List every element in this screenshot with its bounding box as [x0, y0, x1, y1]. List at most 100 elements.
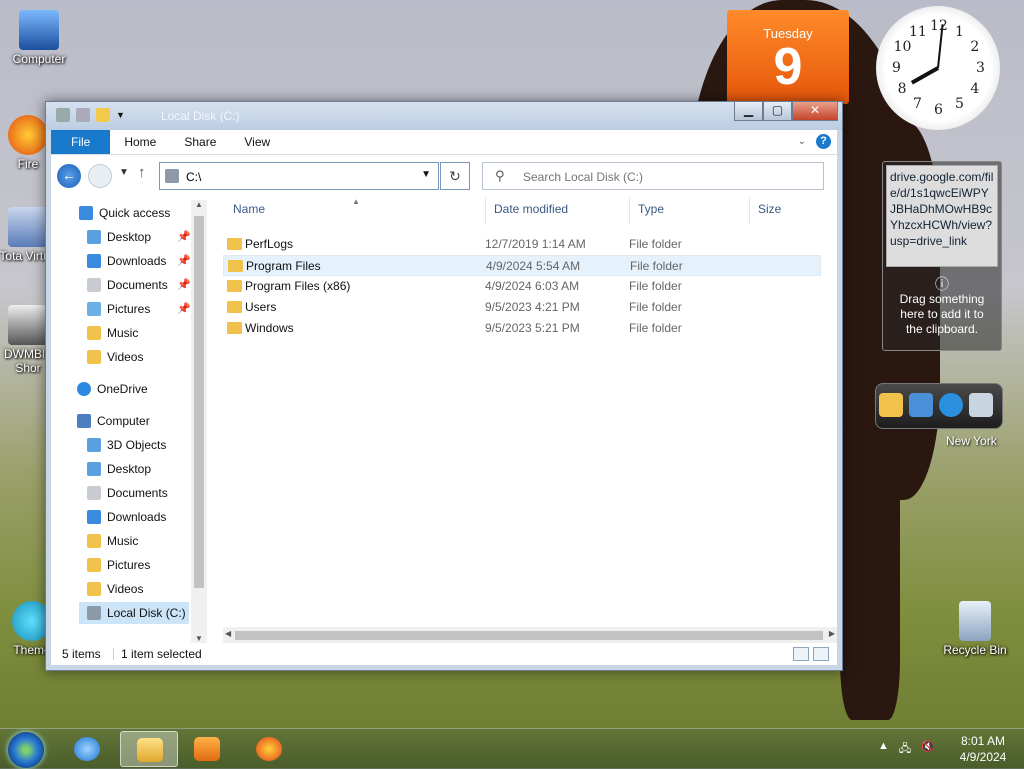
column-type[interactable]: Type	[638, 202, 664, 224]
desktop-icon-recycle-bin[interactable]: Recycle Bin	[937, 601, 1013, 657]
window-title: Local Disk (C:)	[161, 109, 240, 123]
taskbar-internet-explorer[interactable]	[58, 731, 116, 767]
pin-icon[interactable]: 📌	[177, 278, 191, 291]
chevron-down-icon[interactable]: ▼	[116, 110, 125, 120]
recycle-bin-icon[interactable]	[969, 393, 993, 417]
scrollbar-thumb[interactable]	[235, 631, 823, 640]
table-row[interactable]: Users 9/5/2023 4:21 PM File folder	[223, 297, 821, 318]
volume-muted-icon[interactable]: 🔇	[921, 740, 935, 759]
address-input[interactable]	[184, 167, 408, 187]
taskbar-clock[interactable]: 8:01 AM 4/9/2024	[948, 733, 1018, 765]
network-icon[interactable]: 🖧	[899, 740, 911, 759]
table-row[interactable]: PerfLogs 12/7/2019 1:14 AM File folder	[223, 234, 821, 255]
pin-icon[interactable]: 📌	[177, 302, 191, 315]
nav-quick-pictures[interactable]: Pictures	[87, 298, 150, 320]
folder-icon	[228, 260, 243, 272]
nav-documents[interactable]: Documents	[87, 482, 168, 504]
drive-icon[interactable]	[56, 108, 70, 122]
column-divider[interactable]	[629, 198, 630, 224]
nav-onedrive[interactable]: OneDrive	[77, 378, 148, 400]
help-icon[interactable]: ?	[816, 134, 831, 149]
chevron-down-icon[interactable]: ▼	[421, 169, 431, 180]
launcher-dock	[875, 383, 1003, 429]
nav-quick-documents[interactable]: Documents	[87, 274, 168, 296]
tab-view[interactable]: View	[230, 130, 284, 154]
title-bar[interactable]: ▼ Local Disk (C:) ▁ ▢ ✕	[46, 102, 842, 130]
column-name[interactable]: Name	[233, 202, 265, 224]
nav-desktop[interactable]: Desktop	[87, 458, 151, 480]
music-icon	[87, 326, 101, 340]
column-size[interactable]: Size	[758, 202, 781, 224]
nav-quick-videos[interactable]: Videos	[87, 346, 143, 368]
table-row[interactable]: Program Files 4/9/2024 5:54 AM File fold…	[223, 255, 821, 276]
nav-downloads[interactable]: Downloads	[87, 506, 166, 528]
forward-button[interactable]	[88, 164, 112, 188]
status-divider	[113, 648, 114, 660]
pin-icon[interactable]: 📌	[177, 254, 191, 267]
tab-file[interactable]: File	[51, 130, 111, 154]
search-input[interactable]	[521, 168, 815, 186]
tab-share[interactable]: Share	[170, 130, 230, 154]
refresh-button[interactable]: ↻	[440, 162, 470, 190]
network-icon[interactable]	[909, 393, 933, 417]
status-item-count: 5 items	[62, 647, 101, 661]
scrollbar-thumb[interactable]	[194, 216, 204, 588]
nav-label: Documents	[107, 278, 168, 292]
nav-quick-downloads[interactable]: Downloads	[87, 250, 166, 272]
navigation-scrollbar[interactable]: ▲ ▼	[191, 200, 207, 643]
recent-locations-icon[interactable]: ▼	[119, 167, 129, 178]
column-divider[interactable]	[749, 198, 750, 224]
expand-ribbon-icon[interactable]: ⌄	[798, 136, 806, 147]
scroll-left-icon[interactable]: ◀	[225, 629, 231, 638]
nav-local-disk[interactable]: Local Disk (C:)	[79, 602, 189, 624]
close-button[interactable]: ✕	[792, 102, 838, 121]
nav-quick-music[interactable]: Music	[87, 322, 138, 344]
nav-3d-objects[interactable]: 3D Objects	[87, 434, 166, 456]
horizontal-scrollbar[interactable]: ◀ ▶	[223, 627, 837, 643]
column-date[interactable]: Date modified	[494, 202, 568, 224]
maximize-button[interactable]: ▢	[763, 102, 792, 121]
pin-icon[interactable]: 📌	[177, 230, 191, 243]
videos-icon	[87, 350, 101, 364]
taskbar-media-player[interactable]	[178, 731, 236, 767]
nav-videos[interactable]: Videos	[87, 578, 143, 600]
calendar-gadget[interactable]: Tuesday 9	[727, 10, 849, 104]
minimize-button[interactable]: ▁	[734, 102, 763, 121]
details-view-icon[interactable]	[793, 647, 809, 661]
nav-music[interactable]: Music	[87, 530, 138, 552]
properties-icon[interactable]	[76, 108, 90, 122]
nav-pictures[interactable]: Pictures	[87, 554, 150, 576]
scroll-up-icon[interactable]: ▲	[195, 200, 203, 209]
taskbar-file-explorer[interactable]	[120, 731, 178, 767]
desktop-icon-label: Computer	[12, 52, 66, 66]
nav-quick-access[interactable]: Quick access	[79, 202, 170, 224]
clock-numeral: 1	[955, 23, 964, 40]
large-icons-view-icon[interactable]	[813, 647, 829, 661]
scroll-right-icon[interactable]: ▶	[829, 629, 835, 638]
taskbar-firefox[interactable]	[240, 731, 298, 767]
building-icon	[8, 305, 48, 345]
folder-icon[interactable]	[879, 393, 903, 417]
tab-home[interactable]: Home	[110, 130, 170, 154]
clock-gadget[interactable]: 12 1 2 3 4 5 6 7 8 9 10 11	[876, 6, 1000, 130]
address-bar[interactable]: ▼	[159, 162, 439, 190]
back-button[interactable]: ←	[57, 164, 81, 188]
scroll-down-icon[interactable]: ▼	[195, 634, 203, 643]
table-row[interactable]: Program Files (x86) 4/9/2024 6:03 AM Fil…	[223, 276, 821, 297]
up-arrow-icon[interactable]: ↑	[138, 164, 146, 181]
column-divider[interactable]	[485, 198, 486, 224]
start-button[interactable]	[8, 732, 44, 768]
clipboard-link[interactable]: drive.google.com/file/d/1s1qwcEiWPYJBHaD…	[886, 165, 998, 267]
desktop-icon-computer[interactable]: Computer	[1, 10, 77, 66]
show-hidden-icons-icon[interactable]: ▲	[878, 740, 889, 759]
new-folder-icon[interactable]	[96, 108, 110, 122]
search-box[interactable]: ⚲	[482, 162, 824, 190]
internet-explorer-icon[interactable]	[939, 393, 963, 417]
star-icon	[79, 206, 93, 220]
nav-label: Computer	[97, 414, 150, 428]
taskbar: ▲ 🖧 🔇 8:01 AM 4/9/2024	[0, 728, 1024, 769]
nav-quick-desktop[interactable]: Desktop	[87, 226, 151, 248]
table-row[interactable]: Windows 9/5/2023 5:21 PM File folder	[223, 318, 821, 339]
nav-computer[interactable]: Computer	[77, 410, 150, 432]
clipboard-gadget[interactable]: drive.google.com/file/d/1s1qwcEiWPYJBHaD…	[882, 161, 1002, 351]
